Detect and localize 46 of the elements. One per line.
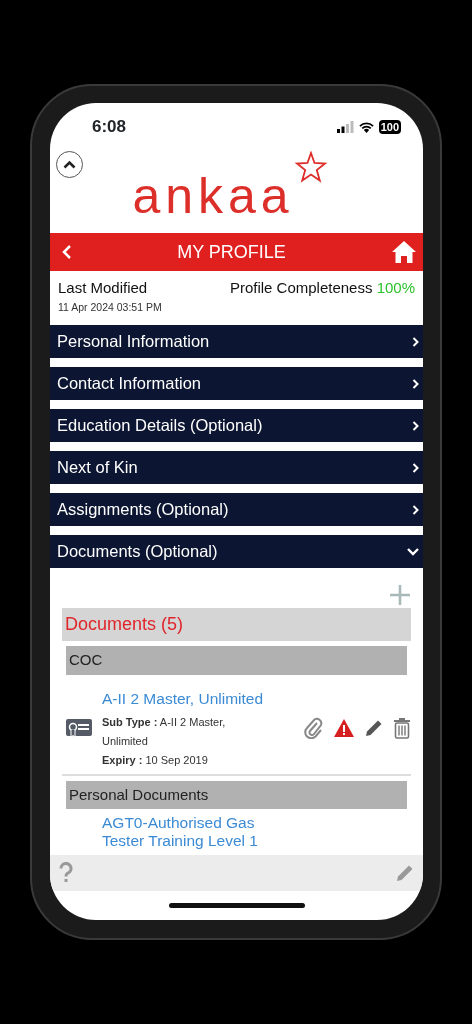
chevron-right-icon — [412, 336, 419, 347]
certificate-icon — [66, 718, 92, 739]
section-row[interactable]: Assignments (Optional) — [50, 493, 423, 526]
status-time: 6:08 — [92, 115, 127, 138]
last-modified-date: 11 Apr 2024 03:51 PM — [58, 299, 163, 315]
attach-button[interactable] — [304, 717, 324, 740]
edit-button[interactable] — [364, 718, 384, 739]
documents-header: Documents (5) — [62, 608, 411, 641]
chevron-down-icon — [407, 547, 419, 556]
section-row[interactable]: Education Details (Optional) — [50, 409, 423, 442]
profile-completeness: Profile Completeness 100% — [229, 278, 415, 298]
document-title[interactable]: AGT0-Authorised Gas Tester Training Level 1 — [102, 814, 292, 851]
wifi-icon — [357, 120, 375, 133]
chevron-right-icon — [412, 504, 419, 515]
collapse-button[interactable] — [56, 151, 83, 178]
back-button[interactable] — [62, 244, 72, 260]
document-title[interactable]: A-II 2 Master, Unlimited — [102, 686, 304, 710]
expiry-text: Expiry : 10 Sep 2019 — [102, 752, 209, 768]
section-row[interactable]: Documents (Optional) — [50, 535, 423, 568]
help-button[interactable] — [58, 862, 74, 884]
star-icon — [293, 151, 328, 185]
plus-icon — [389, 583, 411, 606]
pencil-icon — [395, 863, 415, 883]
home-icon — [391, 240, 417, 264]
pencil-icon — [364, 718, 384, 739]
paperclip-icon — [304, 717, 324, 740]
group-header: Personal Documents — [66, 780, 407, 810]
section-row[interactable]: Next of Kin — [50, 451, 423, 484]
group-header: COC — [66, 646, 407, 675]
chevron-right-icon — [412, 378, 419, 389]
last-modified-label: Last Modified — [58, 278, 148, 298]
back-icon — [62, 244, 72, 260]
home-button[interactable] — [391, 240, 417, 264]
chevron-up-icon — [63, 160, 76, 169]
question-icon — [58, 862, 74, 884]
battery-indicator: 100 — [378, 119, 401, 134]
section-row[interactable]: Personal Information — [50, 325, 423, 358]
chevron-right-icon — [412, 462, 419, 473]
sub-type-text: Sub Type : A-II 2 Master, Unlimited — [102, 714, 227, 749]
chevron-right-icon — [412, 420, 419, 431]
page-title: MY PROFILE — [177, 240, 286, 264]
signal-icon — [336, 120, 354, 133]
logo-text: ankaa — [132, 171, 294, 221]
trash-icon — [393, 717, 411, 740]
section-row[interactable]: Contact Information — [50, 367, 423, 400]
delete-button[interactable] — [393, 717, 411, 740]
